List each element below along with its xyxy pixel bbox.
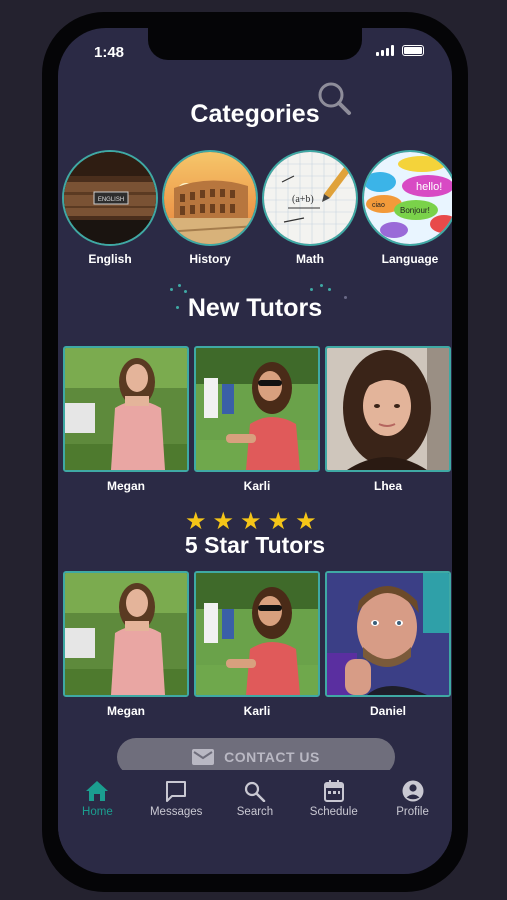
status-icons [376,45,424,56]
category-language[interactable]: hello! ciao Bonjour! Language [362,150,452,266]
tutor-name: Karli [243,704,271,718]
battery-icon [402,45,424,56]
tutor-name: Daniel [369,704,406,718]
category-label: History [189,252,231,266]
five-star-rating: ★ ★ ★ ★ ★ [185,510,317,534]
category-label: Math [296,252,324,266]
star-icon: ★ [267,508,290,535]
search-icon[interactable] [316,80,354,118]
category-english[interactable]: ENGLISH English [62,150,158,266]
tutor-photo [194,346,320,472]
nav-messages[interactable]: Messages [140,780,212,818]
contact-us-label: CONTACT US [224,749,320,765]
signal-icon [376,45,394,56]
tutor-card-karli[interactable]: Karli [194,346,320,493]
star-icon: ★ [185,508,207,535]
ciao-text: ciao [372,202,385,209]
nav-schedule[interactable]: Schedule [298,780,370,818]
tutor-card-karli[interactable]: Karli [194,571,320,718]
nav-label: Messages [149,806,203,818]
tutor-name: Megan [106,704,145,718]
categories-title: Categories [190,100,320,128]
hello-text: hello! [416,181,442,193]
new-tutors-carousel[interactable]: Megan Karli Lhea [63,346,452,496]
five-star-title: 5 Star Tutors [184,532,326,558]
tutor-photo [63,346,189,472]
tutor-card-daniel[interactable]: Daniel [325,571,451,718]
tutor-name: Megan [106,479,145,493]
message-icon [166,781,187,802]
star-icon: ★ [212,508,235,535]
category-label: Language [381,252,439,266]
category-carousel[interactable]: ENGLISH English History (a+b) Math hello… [62,150,452,270]
five-star-carousel[interactable]: Megan Karli Daniel [63,571,452,721]
notch [148,28,362,60]
home-icon [86,781,109,801]
category-label: English [88,252,132,266]
tutor-photo [63,571,189,697]
english-sign-text: ENGLISH [98,197,124,203]
nav-label: Search [236,806,274,818]
tutor-photo [325,571,451,697]
tutor-card-lhea[interactable]: Lhea [325,346,451,493]
category-image-language: hello! ciao Bonjour! [362,150,452,246]
category-math[interactable]: (a+b) Math [262,150,358,266]
nav-label: Schedule [309,806,358,818]
category-image-history [162,150,258,246]
category-history[interactable]: History [162,150,258,266]
nav-search[interactable]: Search [219,780,291,818]
tutor-name: Karli [243,479,271,493]
math-note-text: (a+b) [292,194,314,205]
bottom-nav: Home Messages Search Schedule Profile [58,770,452,850]
profile-icon [402,780,424,802]
app-screen: 1:48 Categories ENGLISH English History … [58,28,452,874]
star-icon: ★ [295,508,317,535]
tutor-card-megan[interactable]: Megan [63,571,189,718]
tutor-photo [194,571,320,697]
bonjour-text: Bonjour! [400,206,430,215]
new-tutors-title: New Tutors [187,294,323,322]
tutor-card-megan[interactable]: Megan [63,346,189,493]
tutor-photo [325,346,451,472]
category-image-english: ENGLISH [62,150,158,246]
calendar-icon [323,780,344,802]
status-time: 1:48 [94,44,125,61]
nav-home[interactable]: Home [61,780,133,818]
search-icon [244,781,266,802]
nav-profile[interactable]: Profile [377,780,449,818]
mail-icon [192,749,215,765]
star-icon: ★ [240,508,262,535]
nav-label: Home [82,806,113,818]
tutor-name: Lhea [373,479,402,493]
category-image-math: (a+b) [262,150,358,246]
nav-label: Profile [396,806,429,818]
